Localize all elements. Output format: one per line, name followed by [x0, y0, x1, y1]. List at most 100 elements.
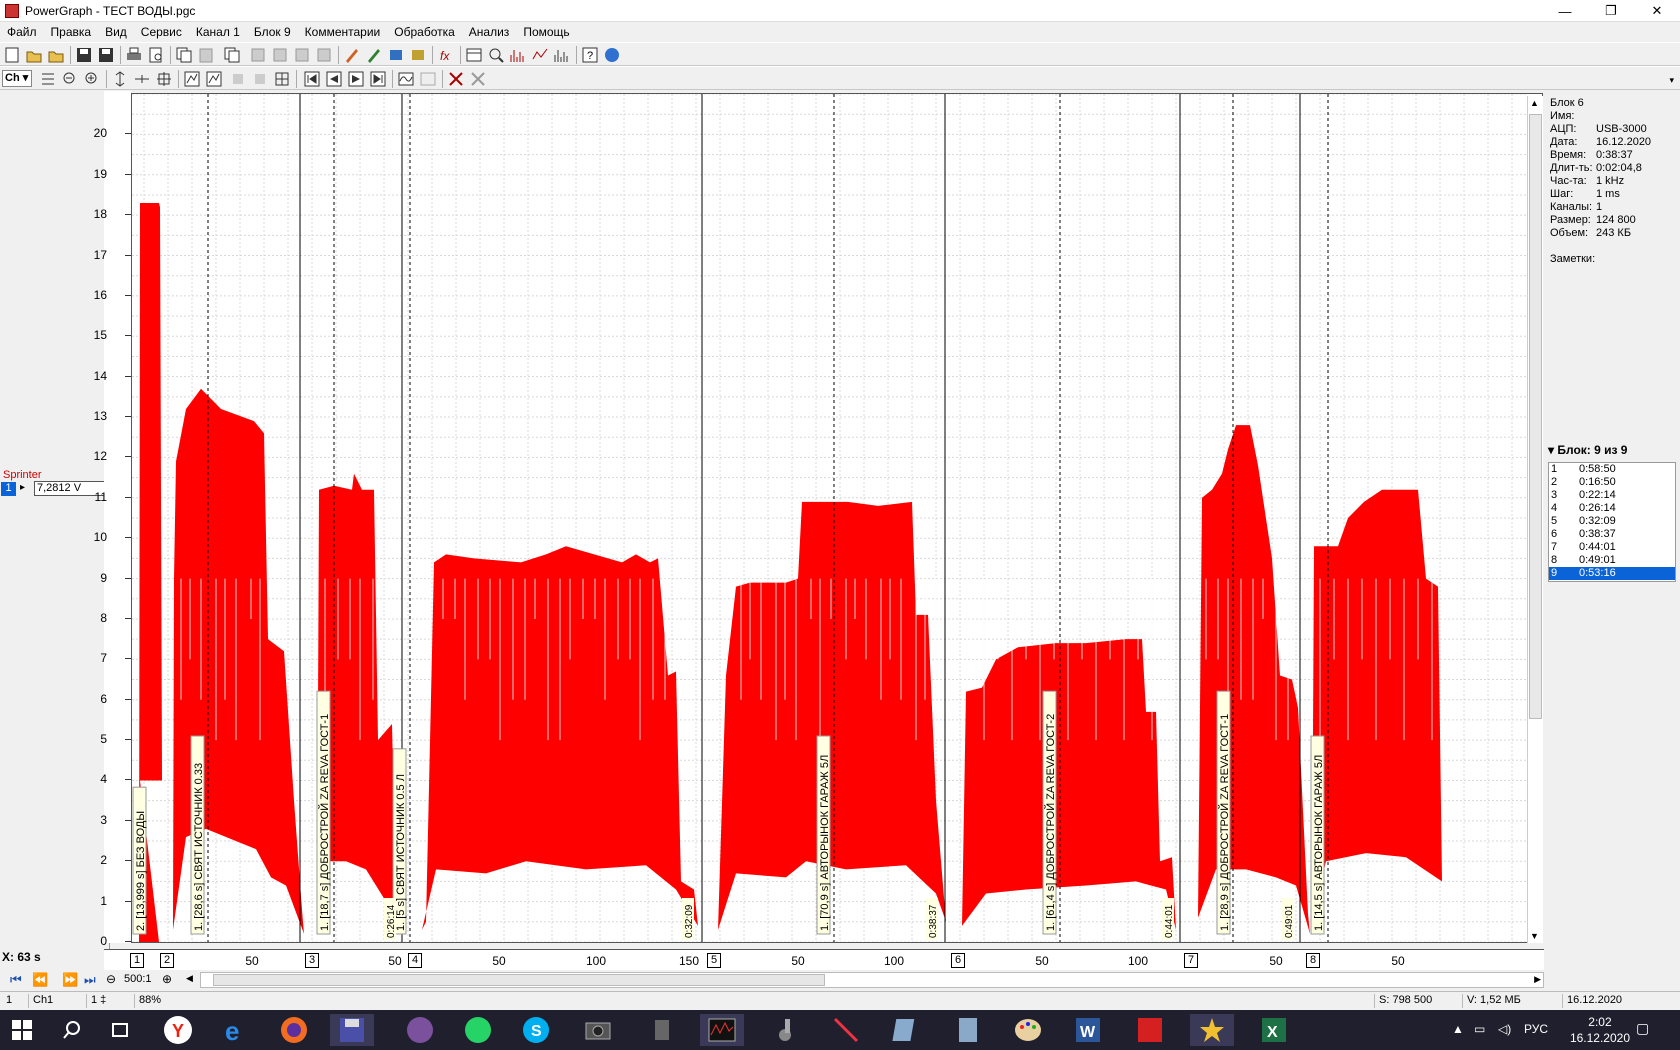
- star-app-icon[interactable]: [1190, 1014, 1234, 1046]
- block-list-item[interactable]: 4 0:26:14: [1549, 502, 1675, 515]
- annotation-label[interactable]: 1. [61,4 s] ДОБРОСТРОЙ ZA REVA ГОСТ-2: [1042, 690, 1057, 935]
- formula-icon[interactable]: fx: [438, 47, 454, 63]
- excel-icon[interactable]: X: [1252, 1014, 1296, 1046]
- save-all-icon[interactable]: [98, 47, 114, 63]
- print-preview-icon[interactable]: [148, 47, 164, 63]
- save-app-icon[interactable]: [330, 1014, 374, 1046]
- scroll-down-icon[interactable]: ▼: [1530, 931, 1539, 941]
- prev-block-icon[interactable]: [326, 71, 342, 87]
- camera-icon[interactable]: [576, 1014, 620, 1046]
- word-icon[interactable]: W: [1066, 1014, 1110, 1046]
- block-number-box[interactable]: 4: [408, 953, 422, 968]
- zoom-plus-icon[interactable]: ⊕: [162, 972, 172, 986]
- zoom-chart-icon[interactable]: [488, 47, 504, 63]
- block-number-box[interactable]: 1: [130, 953, 144, 968]
- menu-analysis[interactable]: Анализ: [462, 25, 517, 39]
- menu-comments[interactable]: Комментарии: [298, 25, 388, 39]
- tool-b-icon[interactable]: [294, 47, 310, 63]
- duplicate-icon[interactable]: [224, 47, 240, 63]
- autoscale-icon[interactable]: [184, 71, 200, 87]
- fullscale-icon[interactable]: [206, 71, 222, 87]
- block-number-box[interactable]: 5: [707, 953, 721, 968]
- copy-icon[interactable]: [176, 47, 192, 63]
- firefox-icon[interactable]: [272, 1014, 316, 1046]
- annotation-label[interactable]: 1. [14,5 s] АВТОРЫНОК ГАРАЖ 5Л: [1310, 735, 1325, 935]
- menu-file[interactable]: Файл: [0, 25, 44, 39]
- open-folder-icon[interactable]: [48, 47, 64, 63]
- vertical-scrollbar[interactable]: ▲ ▼: [1527, 96, 1543, 943]
- menu-edit[interactable]: Правка: [44, 25, 99, 39]
- channel-list-icon[interactable]: [40, 71, 56, 87]
- search-icon[interactable]: [50, 1014, 94, 1046]
- notes-app-icon[interactable]: [884, 1014, 928, 1046]
- close-button[interactable]: ✕: [1634, 0, 1680, 22]
- block-number-box[interactable]: 8: [1306, 953, 1320, 968]
- start-icon[interactable]: [0, 1014, 44, 1046]
- new-file-icon[interactable]: [4, 47, 20, 63]
- vertical-scroll-thumb[interactable]: [1529, 114, 1542, 719]
- skype-icon[interactable]: S: [514, 1014, 558, 1046]
- paint-icon[interactable]: [1006, 1014, 1050, 1046]
- chip-icon[interactable]: [640, 1014, 684, 1046]
- block-list-header[interactable]: ▾ Блок: 9 из 9: [1548, 443, 1627, 457]
- block-number-box[interactable]: 3: [305, 953, 319, 968]
- signal-chart[interactable]: 2. [13,999 s] БЕЗ ВОДЫ 1. [28,6 s] СВЯТ И…: [132, 94, 1528, 942]
- web-help-icon[interactable]: [604, 47, 620, 63]
- task-view-icon[interactable]: [98, 1014, 142, 1046]
- scroll-right-icon[interactable]: ▶: [1534, 974, 1541, 985]
- last-block-icon[interactable]: [370, 71, 386, 87]
- block-list-item[interactable]: 9 0:53:16: [1549, 567, 1675, 580]
- save-icon[interactable]: [76, 47, 92, 63]
- block-list-item[interactable]: 8 0:49:01: [1549, 554, 1675, 567]
- menu-service[interactable]: Сервис: [134, 25, 189, 39]
- block-list-item[interactable]: 5 0:32:09: [1549, 515, 1675, 528]
- edit-tool-icon[interactable]: [344, 47, 360, 63]
- print-icon[interactable]: [126, 47, 142, 63]
- menu-processing[interactable]: Обработка: [387, 25, 462, 39]
- first-block-icon[interactable]: [304, 71, 320, 87]
- vertical-fit-icon[interactable]: [112, 71, 128, 87]
- filter-tool-icon[interactable]: [388, 47, 404, 63]
- menu-view[interactable]: Вид: [98, 25, 134, 39]
- volume-icon[interactable]: ◁): [1498, 1022, 1511, 1036]
- annotation-label[interactable]: 1. [18,7 s] ДОБРОСТРОЙ ZA REVA ГОСТ-1: [316, 690, 331, 935]
- forward-icon[interactable]: ⏩: [62, 972, 78, 988]
- zoom-in-icon[interactable]: [84, 71, 100, 87]
- block-list-item[interactable]: 1 0:58:50: [1549, 463, 1675, 476]
- yandex-browser-icon[interactable]: Y: [156, 1014, 200, 1046]
- language-indicator[interactable]: РУС: [1524, 1022, 1548, 1036]
- zoom-minus-icon[interactable]: ⊖: [106, 972, 116, 986]
- internet-explorer-icon[interactable]: e: [214, 1014, 258, 1046]
- calc-tool-icon[interactable]: [410, 47, 426, 63]
- panel-dropdown-icon[interactable]: ▾: [1669, 75, 1674, 86]
- block-list[interactable]: 1 0:58:50 2 0:16:50 3 0:22:14 4 0:26:14 5 0:32:09…: [1548, 462, 1676, 582]
- last-icon[interactable]: ⏭: [84, 972, 96, 988]
- help-icon[interactable]: ?: [582, 47, 598, 63]
- block-list-item[interactable]: 2 0:16:50: [1549, 476, 1675, 489]
- viber-icon[interactable]: [398, 1014, 442, 1046]
- annotation-label[interactable]: 1. [28,6 s] СВЯТ ИСТОЧНИК 0.33: [190, 735, 205, 935]
- block-list-item[interactable]: 6 0:38:37: [1549, 528, 1675, 541]
- crosshair-icon[interactable]: [156, 71, 172, 87]
- pdf-app-icon[interactable]: [1128, 1014, 1172, 1046]
- annotation-label[interactable]: 2. [13,999 s] БЕЗ ВОДЫ: [132, 786, 147, 935]
- cut-icon[interactable]: [250, 47, 266, 63]
- channel-number[interactable]: 1: [1, 482, 16, 496]
- whatsapp-icon[interactable]: [456, 1014, 500, 1046]
- grid-icon[interactable]: [274, 71, 290, 87]
- scroll-left-icon[interactable]: ◀: [186, 973, 193, 984]
- zoom-out-icon[interactable]: [62, 71, 78, 87]
- minimize-button[interactable]: —: [1542, 0, 1588, 22]
- signal-view-b-icon[interactable]: [420, 71, 436, 87]
- menu-help[interactable]: Помощь: [516, 25, 576, 39]
- horizontal-scrollbar[interactable]: ▶: [200, 972, 1544, 988]
- spectrum-icon[interactable]: [510, 47, 526, 63]
- tool-a-icon[interactable]: [272, 47, 288, 63]
- block-number-box[interactable]: 6: [951, 953, 965, 968]
- maximize-button[interactable]: ❐: [1588, 0, 1634, 22]
- horizontal-scroll-thumb[interactable]: [213, 974, 825, 986]
- network-icon[interactable]: ▭: [1474, 1022, 1485, 1036]
- align-b-icon[interactable]: [252, 71, 268, 87]
- powergraph-icon[interactable]: [700, 1014, 744, 1046]
- block-list-item[interactable]: 3 0:22:14: [1549, 489, 1675, 502]
